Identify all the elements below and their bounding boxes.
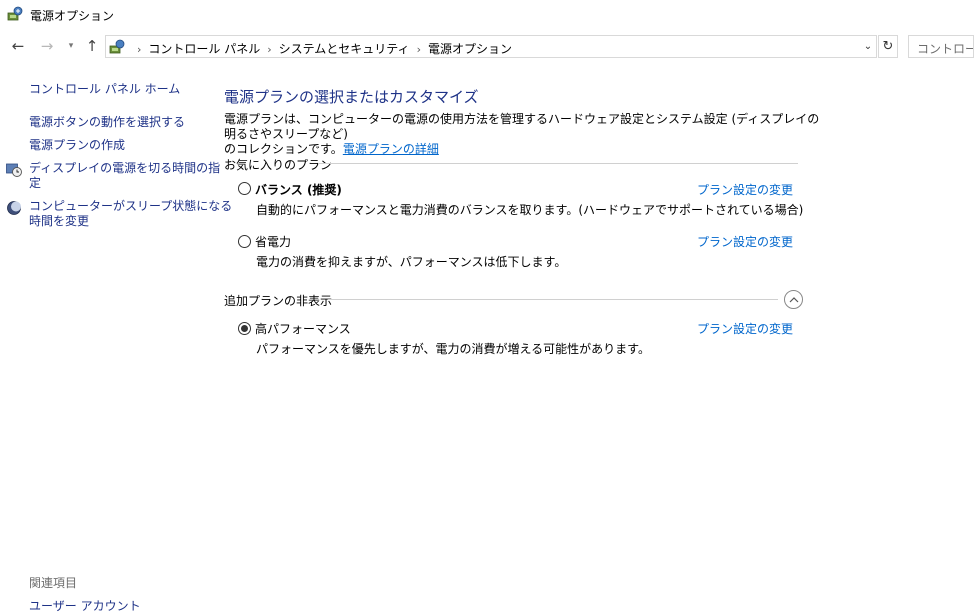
sidebar-link-label: コンピューターがスリープ状態になる [29,199,233,213]
breadcrumb-separator-icon[interactable]: › [137,43,141,56]
forward-arrow-icon[interactable]: → [38,36,56,56]
breadcrumb-separator-icon[interactable]: › [267,43,271,56]
chevron-down-icon[interactable]: ⌄ [862,39,874,55]
breadcrumb-item[interactable]: コントロール パネル [148,42,260,56]
plan-description-high-performance: パフォーマンスを優先しますが、電力の消費が増える可能性があります。 [256,342,650,356]
plan-name-power-saver[interactable]: 省電力 [255,233,291,250]
plan-radio-high-performance[interactable] [238,322,251,335]
group-divider [318,163,798,164]
up-arrow-icon[interactable]: ↑ [83,36,101,56]
page-description: 電源プランは、コンピューターの電源の使用方法を管理するハードウェア設定とシステム… [224,112,824,157]
description-text: のコレクションです。 [224,142,343,156]
breadcrumb-separator-icon[interactable]: › [417,43,421,56]
description-text: 電源プランは、コンピューターの電源の使用方法を管理するハードウェア設定とシステム… [224,112,820,141]
change-plan-settings-link[interactable]: プラン設定の変更 [697,233,793,250]
window-title: 電源オプション [30,9,115,23]
plan-description-power-saver: 電力の消費を抑えますが、パフォーマンスは低下します。 [256,255,567,269]
change-plan-settings-link[interactable]: プラン設定の変更 [697,320,793,337]
power-plan-details-link[interactable]: 電源プランの詳細 [343,142,439,156]
navigation-bar: ← → ▾ ↑ › コントロール パネル › システムとセキュリティ › 電源オプション … [0,34,974,60]
additional-plans-group-title: 追加プランの非表示 [224,294,333,308]
change-plan-settings-link[interactable]: プラン設定の変更 [697,181,793,198]
breadcrumb-item[interactable]: 電源オプション [428,42,512,56]
plan-radio-power-saver[interactable] [238,235,251,248]
sidebar-link-label: 定 [29,176,42,190]
power-options-icon [7,6,23,22]
breadcrumb: › コントロール パネル › システムとセキュリティ › 電源オプション [130,40,512,57]
plan-description-balanced: 自動的にパフォーマンスと電力消費のバランスを取ります。(ハードウェアでサポートさ… [256,203,804,217]
related-link-user-accounts[interactable]: ユーザー アカウント [29,597,141,614]
sidebar-link-label: ディスプレイの電源を切る時間の指 [29,161,221,175]
collapse-chevron-up-icon[interactable] [784,290,803,309]
breadcrumb-item[interactable]: システムとセキュリティ [279,42,410,56]
sidebar-link-create-plan[interactable]: 電源プランの作成 [29,138,125,153]
display-timer-icon [6,162,22,178]
title-bar: 電源オプション [0,0,974,30]
plan-radio-balanced[interactable] [238,182,251,195]
address-bar[interactable]: › コントロール パネル › システムとセキュリティ › 電源オプション ⌄ [105,35,877,58]
sidebar-link-power-button[interactable]: 電源ボタンの動作を選択する [29,115,185,130]
sidebar-link-display-off[interactable]: ディスプレイの電源を切る時間の指 定 [29,161,220,191]
related-section-title: 関連項目 [29,576,78,590]
search-input[interactable]: コントロール [908,35,974,58]
recent-locations-chevron-icon[interactable]: ▾ [64,36,78,56]
back-arrow-icon[interactable]: ← [9,36,27,56]
plan-name-high-performance[interactable]: 高パフォーマンス [255,320,351,337]
group-divider [328,299,778,300]
page-title: 電源プランの選択またはカスタマイズ [224,88,479,106]
control-panel-icon [109,39,125,55]
refresh-icon[interactable]: ↻ [878,35,898,58]
favorites-group-title: お気に入りのプラン [224,158,333,172]
sidebar-link-label: 時間を変更 [29,214,90,228]
plan-name-balanced[interactable]: バランス (推奨) [255,181,342,198]
sidebar-link-sleep[interactable]: コンピューターがスリープ状態になる 時間を変更 [29,199,232,229]
sidebar-home-link[interactable]: コントロール パネル ホーム [29,80,180,97]
sleep-moon-icon [6,200,22,216]
